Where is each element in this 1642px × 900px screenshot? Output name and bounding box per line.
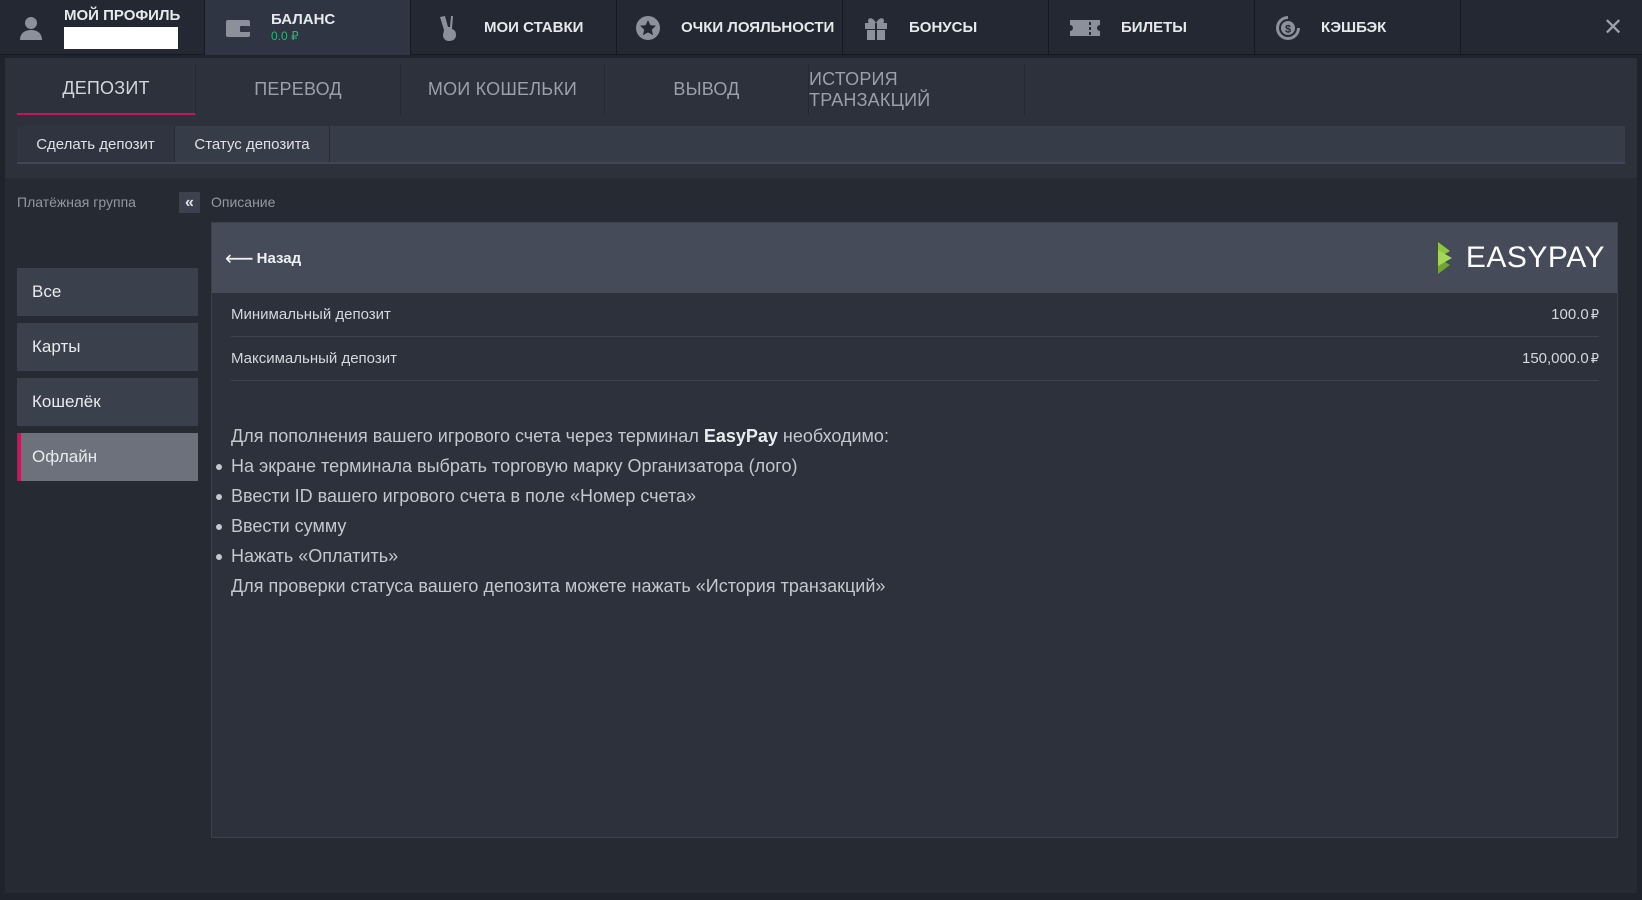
star-badge-icon — [635, 15, 661, 41]
back-button[interactable]: ⟵ Назад — [225, 246, 301, 271]
payment-group-label: Платёжная группа — [17, 194, 136, 210]
wallet-icon — [225, 15, 251, 41]
profile-label: МОЙ ПРОФИЛЬ — [64, 6, 181, 24]
subtab-deposit-status[interactable]: Статус депозита — [175, 126, 330, 162]
my-bets-label: МОИ СТАВКИ — [484, 19, 584, 36]
back-label: Назад — [256, 249, 302, 267]
bonuses-label: БОНУСЫ — [909, 19, 978, 36]
collapse-sidebar-button[interactable]: « — [179, 192, 200, 213]
nav-bonuses[interactable]: БОНУСЫ — [843, 0, 1049, 55]
tickets-label: БИЛЕТЫ — [1121, 19, 1187, 36]
instruction-steps: На экране терминала выбрать торговую мар… — [216, 451, 1598, 571]
list-item: На экране терминала выбрать торговую мар… — [216, 451, 1598, 481]
instructions-footer: Для проверки статуса вашего депозита мож… — [231, 576, 886, 596]
tabs: ДЕПОЗИТ ПЕРЕВОД МОИ КОШЕЛЬКИ ВЫВОД ИСТОР… — [17, 64, 1025, 115]
nav-cashback[interactable]: $ КЭШБЭК — [1255, 0, 1461, 55]
description-label: Описание — [211, 194, 276, 210]
max-deposit-label: Максимальный депозит — [231, 350, 397, 367]
list-item: Нажать «Оплатить» — [216, 541, 1598, 571]
easypay-logo-mark — [1437, 242, 1452, 274]
nav-balance[interactable]: БАЛАНС 0.0 ₽ — [205, 0, 411, 55]
svg-text:$: $ — [1285, 23, 1291, 35]
gift-icon — [863, 15, 889, 41]
redacted-username — [64, 26, 178, 49]
group-item-offline[interactable]: Офлайн — [17, 433, 198, 481]
nav-my-bets[interactable]: МОИ СТАВКИ — [411, 0, 617, 55]
tab-transfer[interactable]: ПЕРЕВОД — [196, 64, 401, 115]
group-item-cards[interactable]: Карты — [17, 323, 198, 371]
top-navigation: МОЙ ПРОФИЛЬ БАЛАНС 0.0 ₽ МОИ СТАВКИ ОЧКИ… — [0, 0, 1642, 55]
subtab-make-deposit[interactable]: Сделать депозит — [17, 126, 175, 162]
list-item: Ввести сумму — [216, 511, 1598, 541]
nav-tickets[interactable]: БИЛЕТЫ — [1049, 0, 1255, 55]
main-panel: ДЕПОЗИТ ПЕРЕВОД МОИ КОШЕЛЬКИ ВЫВОД ИСТОР… — [5, 58, 1637, 893]
deposit-limits: Минимальный депозит 100.0 ₽ Максимальный … — [231, 293, 1599, 381]
nav-profile[interactable]: МОЙ ПРОФИЛЬ — [0, 0, 205, 55]
instructions: Для пополнения вашего игрового счета чер… — [216, 421, 1598, 601]
description-header: ⟵ Назад EASYPAY — [212, 223, 1617, 293]
ticket-icon — [1069, 15, 1101, 41]
close-icon[interactable]: ✕ — [1598, 12, 1628, 42]
balance-label: БАЛАНС — [271, 10, 336, 28]
logo-text: EASYPAY — [1465, 241, 1605, 274]
subtabs: Сделать депозит Статус депозита — [17, 126, 1625, 164]
victory-hand-icon — [438, 15, 464, 41]
max-deposit-row: Максимальный депозит 150,000.0 ₽ — [231, 337, 1599, 381]
nav-loyalty-points[interactable]: ОЧКИ ЛОЯЛЬНОСТИ — [617, 0, 843, 55]
tab-withdraw[interactable]: ВЫВОД — [605, 64, 809, 115]
easypay-logo: EASYPAY — [1437, 241, 1605, 275]
tab-deposit[interactable]: ДЕПОЗИТ — [17, 64, 196, 115]
balance-amount: 0.0 ₽ — [271, 28, 299, 43]
user-icon — [18, 15, 44, 41]
instructions-intro: Для пополнения вашего игрового счета чер… — [231, 426, 889, 446]
description-panel: ⟵ Назад EASYPAY Минимальный депозит 100.… — [211, 222, 1618, 838]
min-deposit-label: Минимальный депозит — [231, 306, 391, 323]
cashback-icon: $ — [1275, 15, 1301, 41]
min-deposit-row: Минимальный депозит 100.0 ₽ — [231, 293, 1599, 337]
tab-transaction-history[interactable]: ИСТОРИЯ ТРАНЗАКЦИЙ — [809, 64, 1025, 115]
list-item: Ввести ID вашего игрового счета в поле «… — [216, 481, 1598, 511]
min-deposit-value: 100.0 ₽ — [1551, 306, 1599, 323]
tab-my-wallets[interactable]: МОИ КОШЕЛЬКИ — [401, 64, 605, 115]
payment-group-list: Все Карты Кошелёк Офлайн — [17, 268, 198, 488]
loyalty-label: ОЧКИ ЛОЯЛЬНОСТИ — [681, 19, 835, 36]
group-item-all[interactable]: Все — [17, 268, 198, 316]
content-area: Платёжная группа « Описание Все Карты Ко… — [5, 178, 1637, 893]
group-item-wallet[interactable]: Кошелёк — [17, 378, 198, 426]
max-deposit-value: 150,000.0 ₽ — [1521, 350, 1599, 367]
arrow-left-icon: ⟵ — [225, 247, 254, 270]
cashback-label: КЭШБЭК — [1321, 19, 1387, 36]
